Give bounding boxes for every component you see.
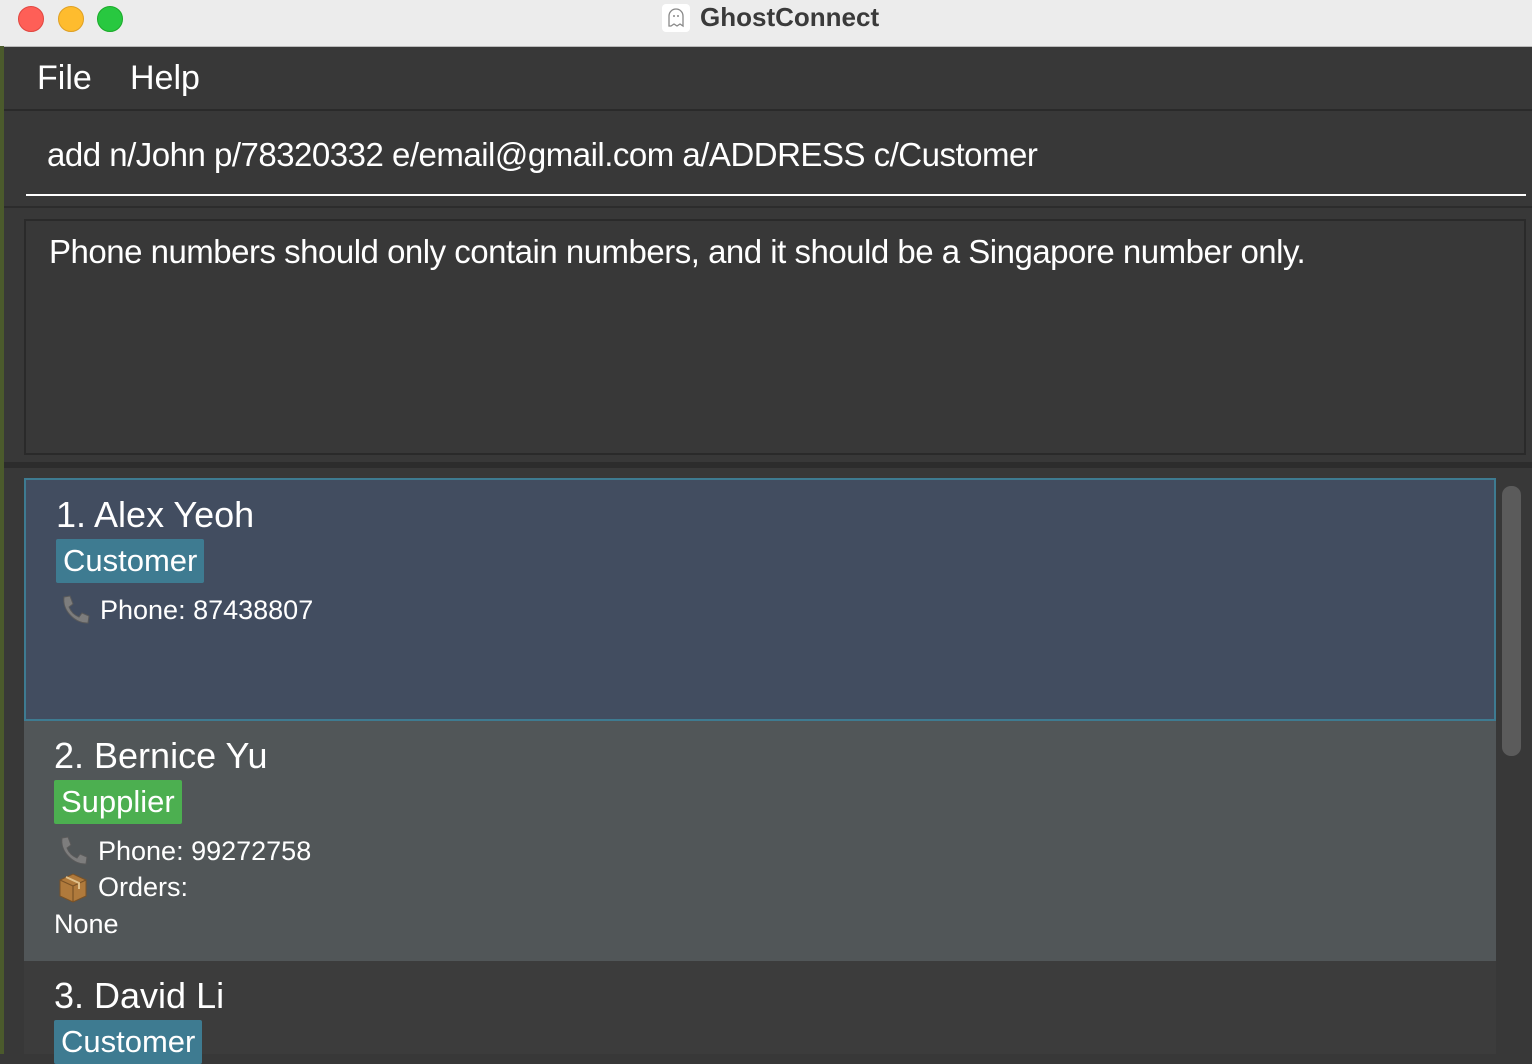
list-scrollbar[interactable] [1502,486,1521,756]
contact-tag: Customer [54,1020,203,1064]
contact-name: 1. Alex Yeoh [56,494,255,535]
contact-orders-row: Orders: [54,869,188,905]
contact-phone: Phone: 99272758 [98,835,312,866]
contact-tag: Supplier [54,780,182,824]
divider [4,206,1532,208]
zoom-window-button[interactable] [97,6,123,32]
package-icon [54,869,92,905]
command-input[interactable]: add n/John p/78320332 e/email@gmail.com … [26,122,1526,196]
contact-phone-row: Phone: 99272758 [54,833,311,869]
menu-bar: File Help [4,47,1532,111]
command-input-value: add n/John p/78320332 e/email@gmail.com … [47,136,1038,173]
contact-list[interactable]: 1. Alex Yeoh Customer Phone: 87438807 2.… [4,468,1532,1064]
contact-tag: Customer [56,539,205,583]
title-bar: GhostConnect [0,0,1532,47]
contact-card[interactable]: 1. Alex Yeoh Customer Phone: 87438807 [24,478,1496,721]
window-title: GhostConnect [700,2,880,32]
result-display[interactable]: Phone numbers should only contain number… [24,219,1526,455]
close-window-button[interactable] [18,6,44,32]
ghost-icon [662,4,690,32]
menu-help[interactable]: Help [130,57,200,99]
contact-orders-value: None [54,909,119,939]
minimize-window-button[interactable] [58,6,84,32]
contact-phone-row: Phone: 87438807 [56,592,313,628]
contact-name: 2. Bernice Yu [54,735,268,776]
phone-icon [56,592,94,628]
contact-phone: Phone: 87438807 [100,594,314,625]
contact-orders-label: Orders: [98,871,189,902]
contact-card[interactable]: 3. David Li Customer [24,961,1496,1064]
phone-icon [54,833,92,869]
menu-file[interactable]: File [37,57,92,99]
contact-card[interactable]: 2. Bernice Yu Supplier Phone: 99272758 O… [24,721,1496,961]
contact-name: 3. David Li [54,975,225,1016]
result-message: Phone numbers should only contain number… [49,233,1306,270]
